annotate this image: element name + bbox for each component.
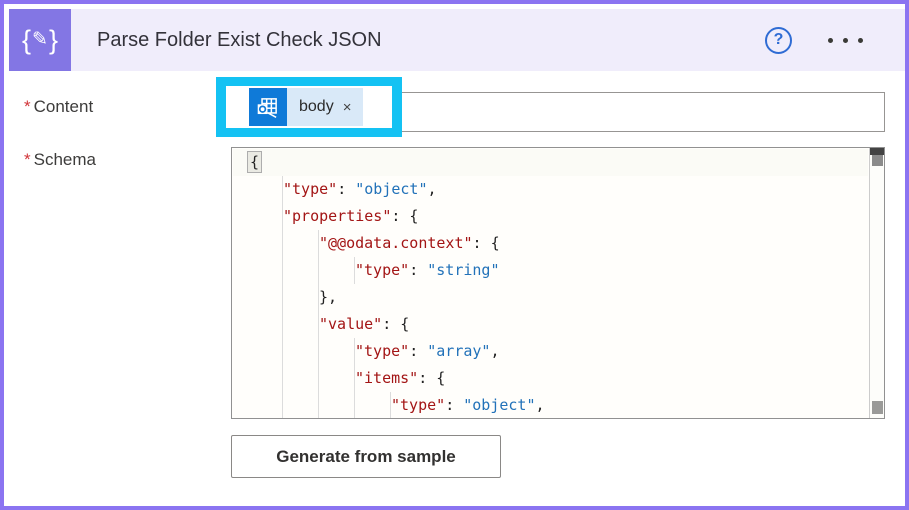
content-label-text: Content [34,97,94,116]
more-actions-button[interactable] [826,30,865,51]
pencil-icon: ✎ [32,30,48,49]
code-line: "type": "string" [233,257,868,284]
code-token-key: "value" [319,315,382,333]
highlight-callout-box: body × [216,77,402,137]
question-mark-icon: ? [774,31,784,49]
schema-code-editor[interactable]: {"type": "object","properties": {"@@odat… [231,147,885,419]
code-token-punc: : { [391,207,418,225]
generate-from-sample-button[interactable]: Generate from sample [231,435,501,478]
scrollbar-thumb[interactable] [870,148,885,155]
code-token-punc: , [536,396,545,414]
code-token-punc: , [428,180,437,198]
code-token-key: "@@odata.context" [319,234,473,252]
outlook-connector-icon [249,88,287,126]
required-marker: * [24,150,31,169]
code-line: "items": { [233,365,868,392]
required-marker: * [24,97,31,116]
code-token-punc: : [445,396,463,414]
ellipsis-icon [828,38,833,43]
brace-left: { [22,27,31,54]
action-header[interactable]: Parse Folder Exist Check JSON ? [71,9,905,71]
code-token-punc: : [409,261,427,279]
schema-code[interactable]: {"type": "object","properties": {"@@odat… [233,149,868,418]
ellipsis-icon [843,38,848,43]
code-token-val: "string" [427,261,499,279]
token-label-box: body × [287,88,363,126]
code-token-punc: : { [473,234,500,252]
code-line: }, [233,284,868,311]
token-remove-icon[interactable]: × [343,100,352,115]
code-token-val: "object" [463,396,535,414]
code-token-key: "type" [355,342,409,360]
code-token-punc: : [409,342,427,360]
code-token-punc: , [490,342,499,360]
content-input-token-area[interactable]: body × [226,86,392,128]
brace-right: } [49,27,58,54]
code-token-punc: }, [319,288,337,306]
code-token-key: "type" [355,261,409,279]
code-token-punc-match: { [247,151,262,173]
editor-scrollbar[interactable] [869,148,884,418]
ellipsis-icon [858,38,863,43]
code-token-val: "array" [427,342,490,360]
schema-field-label: *Schema [24,150,96,170]
code-line: "properties": { [233,203,868,230]
code-line: "@@odata.context": { [233,230,868,257]
code-line: { [233,149,868,176]
help-button[interactable]: ? [765,27,792,54]
code-token-punc: : { [418,369,445,387]
code-token-key: "type" [283,180,337,198]
parse-json-action-card: {✎} Parse Folder Exist Check JSON ? *Con… [0,0,909,510]
code-token-val: "object" [355,180,427,198]
token-label: body [299,98,334,116]
parse-json-braces-pencil-icon: {✎} [9,9,71,71]
code-token-key: "items" [355,369,418,387]
scrollbar-down-handle[interactable] [872,401,883,414]
code-token-punc: : { [382,315,409,333]
code-line: "value": { [233,311,868,338]
content-field-label: *Content [24,97,93,117]
dynamic-content-token[interactable]: body × [249,88,363,126]
schema-label-text: Schema [34,150,96,169]
code-token-key: "type" [391,396,445,414]
action-title: Parse Folder Exist Check JSON [97,29,382,52]
scrollbar-thumb[interactable] [872,155,883,166]
code-line: "type": "object", [233,392,868,419]
code-line: "type": "array", [233,338,868,365]
code-line: "type": "object", [233,176,868,203]
code-token-key: "properties" [283,207,391,225]
code-token-punc: : [337,180,355,198]
